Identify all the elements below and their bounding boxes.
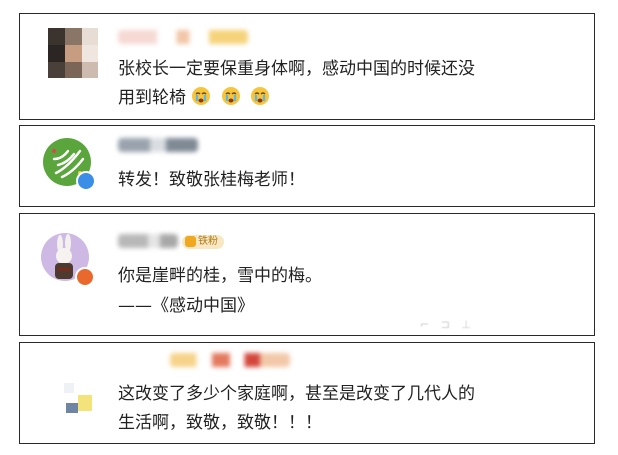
verified-badge-icon [76, 171, 96, 191]
comment-text-line-1: 这改变了多少个家庭啊，甚至是改变了几代人的 [118, 384, 475, 404]
avatar-pixelated[interactable] [48, 28, 98, 78]
comment-text: 转发！致敬张桂梅老师！ [118, 170, 305, 190]
comment-card-3: 铁粉 你是崖畔的桂，雪中的梅。 ——《感动中国》 ⌐ ⊐ ⊥ [19, 213, 595, 336]
fan-badge-label: 铁粉 [198, 236, 218, 247]
watermark-decoration: ⌐ ⊐ ⊥ [420, 318, 476, 331]
avatar-green-logo[interactable] [42, 137, 96, 191]
comment-card-2: 转发！致敬张桂梅老师！ [19, 125, 595, 207]
comment-card-4: 这改变了多少个家庭啊，甚至是改变了几代人的 生活啊，致敬，致敬！！！ [19, 342, 595, 444]
comment-text-line-1: 你是崖畔的桂，雪中的梅。 [118, 266, 322, 286]
username-blurred[interactable] [118, 138, 198, 152]
crying-face-icon [221, 87, 240, 105]
username-blurred[interactable] [170, 353, 290, 367]
comment-card-1: 张校长一定要保重身体啊，感动中国的时候还没 用到轮椅 [19, 13, 595, 120]
avatar-rabbit-character[interactable] [40, 232, 95, 287]
comment-text-tail: 用到轮椅 [118, 88, 186, 108]
avatar-blurred[interactable] [48, 371, 98, 421]
crying-face-icon [192, 87, 211, 105]
crying-face-icon [251, 87, 270, 105]
crown-icon [185, 236, 196, 247]
fan-badge[interactable]: 铁粉 [182, 235, 224, 249]
verified-badge-icon [75, 267, 95, 287]
username-blurred[interactable] [118, 30, 248, 44]
comment-text-line-2: 生活啊，致敬，致敬！！！ [118, 413, 322, 433]
comment-text-line-1: 张校长一定要保重身体啊，感动中国的时候还没 [118, 59, 475, 79]
username-blurred[interactable] [118, 234, 178, 248]
crying-emoji-row [191, 87, 274, 108]
comment-text-line-2: 用到轮椅 [118, 84, 274, 112]
comment-text-line-2: ——《感动中国》 [118, 296, 254, 316]
